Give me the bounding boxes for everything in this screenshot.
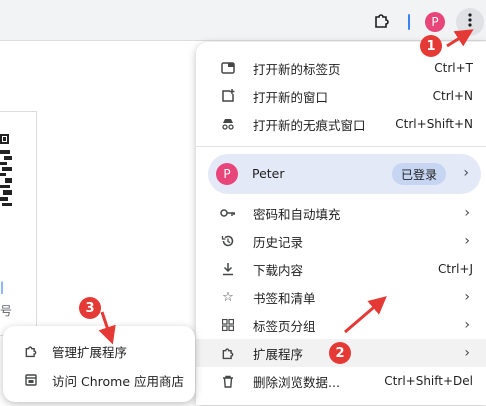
puzzle-icon bbox=[220, 345, 236, 361]
key-icon bbox=[220, 205, 236, 221]
menu-item-new-window[interactable]: 打开新的窗口 Ctrl+N bbox=[196, 82, 486, 110]
page-text-fragment: | bbox=[0, 280, 5, 294]
profile-name: Peter bbox=[252, 166, 285, 181]
menu-item-passwords[interactable]: 密码和自动填充 › bbox=[196, 199, 486, 227]
incognito-icon bbox=[220, 116, 236, 132]
chevron-right-icon: › bbox=[464, 205, 470, 221]
extensions-button[interactable] bbox=[368, 8, 396, 36]
submenu-item-web-store[interactable]: 访问 Chrome 应用商店 bbox=[3, 366, 195, 394]
annotation-marker-1: 1 bbox=[420, 35, 442, 57]
menu-divider bbox=[196, 146, 486, 147]
annotation-marker-3: 3 bbox=[79, 297, 101, 319]
signed-in-badge: 已登录 bbox=[392, 163, 447, 185]
profile-button[interactable]: P bbox=[421, 8, 449, 36]
menu-item-history[interactable]: 历史记录 › bbox=[196, 227, 486, 255]
page-text-fragment: 号 bbox=[0, 304, 13, 318]
chevron-right-icon: › bbox=[464, 345, 470, 361]
menu-item-tab-groups[interactable]: 标签页分组 › bbox=[196, 311, 486, 339]
chevron-right-icon: › bbox=[463, 165, 469, 181]
browser-toolbar: P bbox=[0, 0, 486, 40]
kebab-icon bbox=[462, 12, 478, 32]
page-card: | 号 bbox=[0, 111, 37, 336]
submenu-item-manage-extensions[interactable]: 管理扩展程序 bbox=[3, 337, 195, 365]
avatar: P bbox=[216, 163, 238, 185]
puzzle-icon bbox=[23, 343, 39, 359]
annotation-marker-2: 2 bbox=[329, 342, 351, 364]
menu-item-bookmarks[interactable]: ☆ 书签和清单 › bbox=[196, 283, 486, 311]
qr-code bbox=[0, 134, 12, 206]
extensions-submenu: 管理扩展程序 访问 Chrome 应用商店 bbox=[3, 326, 195, 402]
menu-item-incognito[interactable]: 打开新的无痕式窗口 Ctrl+Shift+N bbox=[196, 110, 486, 138]
store-icon bbox=[23, 372, 39, 388]
download-icon bbox=[220, 261, 236, 277]
new-tab-icon bbox=[220, 60, 236, 76]
toolbar-separator bbox=[408, 14, 410, 30]
trash-icon bbox=[220, 373, 236, 389]
new-window-icon bbox=[220, 88, 236, 104]
chrome-menu-button[interactable] bbox=[456, 8, 484, 36]
chevron-right-icon: › bbox=[464, 233, 470, 249]
grid-icon bbox=[220, 317, 236, 333]
profile-row[interactable]: P Peter 已登录 › bbox=[208, 154, 481, 194]
menu-item-downloads[interactable]: 下载内容 Ctrl+J bbox=[196, 255, 486, 283]
chevron-right-icon: › bbox=[464, 289, 470, 305]
menu-item-new-tab[interactable]: 打开新的标签页 Ctrl+T bbox=[196, 54, 486, 82]
avatar: P bbox=[425, 12, 445, 32]
menu-item-clear-data[interactable]: 删除浏览数据... Ctrl+Shift+Del bbox=[196, 367, 486, 395]
star-icon: ☆ bbox=[222, 289, 234, 305]
history-icon bbox=[220, 233, 236, 249]
puzzle-icon bbox=[373, 11, 391, 33]
chevron-right-icon: › bbox=[464, 317, 470, 333]
